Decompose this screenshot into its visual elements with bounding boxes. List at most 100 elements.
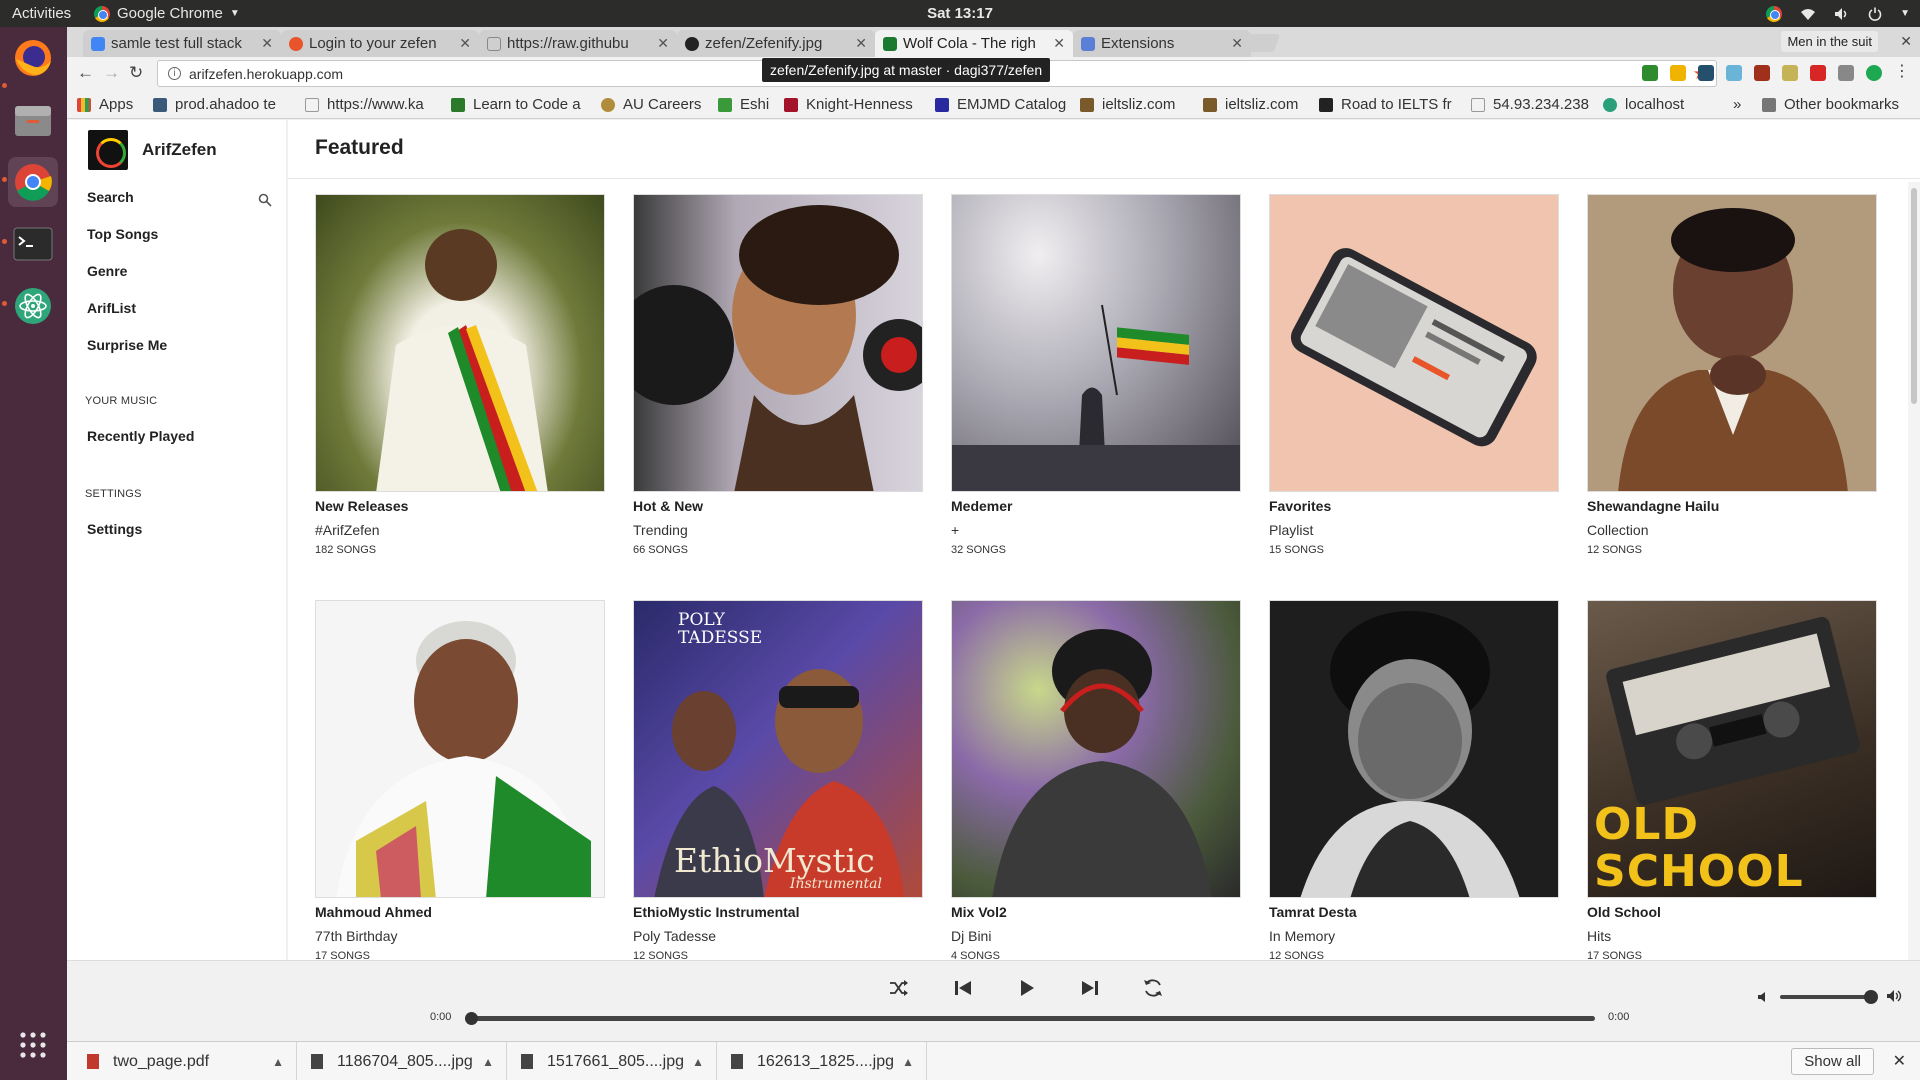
nav-genre[interactable]: Genre: [87, 263, 127, 279]
bookmark-item[interactable]: Knight-Henness: [784, 96, 924, 113]
card-title[interactable]: New Releases: [315, 498, 605, 514]
chevron-up-icon[interactable]: ▲: [482, 1055, 494, 1069]
card-title[interactable]: Medemer: [951, 498, 1241, 514]
album-card[interactable]: Tamrat Desta In Memory 12 SONGS: [1269, 600, 1559, 962]
card-title[interactable]: EthioMystic Instrumental: [633, 904, 923, 920]
power-icon[interactable]: [1868, 7, 1882, 21]
close-tab-icon[interactable]: ✕: [657, 35, 669, 52]
launcher-chrome[interactable]: [8, 157, 58, 207]
extension-icon[interactable]: [1726, 65, 1742, 81]
bookmark-item[interactable]: ieltsliz.com: [1080, 96, 1190, 113]
album-cover[interactable]: POLY TADESSE EthioMystic Instrumental: [633, 600, 923, 898]
album-card[interactable]: New Releases #ArifZefen 182 SONGS: [315, 194, 605, 556]
extension-icon[interactable]: [1782, 65, 1798, 81]
volume-up-icon[interactable]: [1886, 989, 1904, 1003]
album-card[interactable]: Hot & New Trending 66 SONGS: [633, 194, 923, 556]
download-item[interactable]: 1517661_805....jpg ▲: [507, 1042, 717, 1080]
album-cover[interactable]: [633, 194, 923, 492]
previous-button[interactable]: [948, 973, 978, 1003]
album-cover[interactable]: [1269, 600, 1559, 898]
nav-top-songs[interactable]: Top Songs: [87, 226, 158, 242]
extension-icon[interactable]: [1754, 65, 1770, 81]
nav-surprise-me[interactable]: Surprise Me: [87, 337, 167, 353]
bookmark-item[interactable]: 54.93.234.238: [1471, 96, 1601, 113]
back-arrow-icon[interactable]: ←: [77, 63, 94, 83]
show-applications-button[interactable]: [8, 1020, 58, 1070]
album-card[interactable]: Shewandagne Hailu Collection 12 SONGS: [1587, 194, 1877, 556]
close-tab-icon[interactable]: ✕: [855, 35, 867, 52]
close-tab-icon[interactable]: ✕: [261, 35, 273, 52]
new-tab-button[interactable]: [1243, 34, 1281, 52]
close-window-icon[interactable]: ✕: [1900, 33, 1912, 50]
launcher-files[interactable]: [8, 95, 58, 145]
extension-icon[interactable]: [1698, 65, 1714, 81]
album-card[interactable]: Mix Vol2 Dj Bini 4 SONGS: [951, 600, 1241, 962]
progress-bar[interactable]: [465, 1012, 1595, 1025]
album-card[interactable]: Favorites Playlist 15 SONGS: [1269, 194, 1559, 556]
show-all-button[interactable]: Show all: [1791, 1048, 1874, 1075]
chevron-up-icon[interactable]: ▲: [272, 1055, 284, 1069]
bookmark-item[interactable]: localhost: [1603, 96, 1713, 113]
bookmark-item[interactable]: Road to IELTS fr: [1319, 96, 1465, 113]
reload-icon[interactable]: ↻: [129, 63, 143, 83]
scrollbar-thumb[interactable]: [1911, 188, 1917, 404]
next-button[interactable]: [1075, 973, 1105, 1003]
more-vertical-icon[interactable]: ⋮: [1894, 64, 1910, 81]
bookmark-item[interactable]: https://www.ka: [305, 96, 429, 113]
play-button[interactable]: [1012, 973, 1042, 1003]
bookmark-item[interactable]: AU Careers: [601, 96, 711, 113]
browser-tab[interactable]: Login to your zefen ✕: [281, 30, 479, 57]
nav-recently-played[interactable]: Recently Played: [87, 428, 194, 444]
volume-knob[interactable]: [1864, 990, 1878, 1004]
profile-button[interactable]: Men in the suit: [1781, 31, 1878, 52]
close-tab-icon[interactable]: ✕: [1053, 35, 1065, 52]
launcher-atom[interactable]: [8, 281, 58, 331]
card-title[interactable]: Mix Vol2: [951, 904, 1241, 920]
extension-icon[interactable]: [1642, 65, 1658, 81]
card-title[interactable]: Old School: [1587, 904, 1877, 920]
bookmark-item[interactable]: EMJMD Catalog: [935, 96, 1071, 113]
album-cover[interactable]: [315, 194, 605, 492]
chrome-indicator-icon[interactable]: [1766, 5, 1783, 22]
nav-search[interactable]: Search: [87, 189, 134, 205]
download-item[interactable]: 1186704_805....jpg ▲: [297, 1042, 507, 1080]
extension-icon[interactable]: [1838, 65, 1854, 81]
browser-tab[interactable]: https://raw.githubu ✕: [479, 30, 677, 57]
browser-tab[interactable]: samle test full stack ✕: [83, 30, 281, 57]
bookmark-item[interactable]: Eshi: [718, 96, 784, 113]
download-item[interactable]: two_page.pdf ▲: [87, 1042, 297, 1080]
nav-arif-list[interactable]: ArifList: [87, 300, 136, 316]
search-icon[interactable]: [258, 193, 272, 207]
card-title[interactable]: Shewandagne Hailu: [1587, 498, 1877, 514]
close-tab-icon[interactable]: ✕: [1231, 35, 1243, 52]
album-cover[interactable]: [1269, 194, 1559, 492]
bookmarks-overflow-button[interactable]: »: [1733, 96, 1741, 113]
bookmark-apps[interactable]: Apps: [77, 96, 152, 113]
bookmark-item[interactable]: prod.ahadoo te: [153, 96, 287, 113]
close-tab-icon[interactable]: ✕: [459, 35, 471, 52]
wifi-icon[interactable]: [1800, 7, 1816, 21]
album-cover[interactable]: [1587, 194, 1877, 492]
chevron-up-icon[interactable]: ▲: [692, 1055, 704, 1069]
album-cover[interactable]: [951, 194, 1241, 492]
bookmark-item[interactable]: ieltsliz.com: [1203, 96, 1313, 113]
shuffle-button[interactable]: [884, 973, 914, 1003]
volume-mute-icon[interactable]: [1757, 991, 1769, 1003]
nav-settings[interactable]: Settings: [87, 521, 142, 537]
browser-tab[interactable]: zefen/Zefenify.jpg ✕: [677, 30, 875, 57]
progress-knob[interactable]: [465, 1012, 478, 1025]
forward-arrow-icon[interactable]: →: [103, 63, 120, 83]
bookmark-item[interactable]: Learn to Code a: [451, 96, 591, 113]
activities-button[interactable]: Activities: [0, 5, 94, 22]
card-title[interactable]: Mahmoud Ahmed: [315, 904, 605, 920]
browser-tab-active[interactable]: Wolf Cola - The righ ✕: [875, 30, 1073, 57]
extension-icon[interactable]: [1810, 65, 1826, 81]
clock[interactable]: Sat 13:17: [927, 5, 993, 22]
album-card[interactable]: OLD SCHOOL Old School Hits 17 SONGS: [1587, 600, 1877, 962]
repeat-button[interactable]: [1138, 973, 1168, 1003]
extension-icon[interactable]: [1866, 65, 1882, 81]
card-title[interactable]: Favorites: [1269, 498, 1559, 514]
volume-icon[interactable]: [1834, 7, 1850, 21]
album-card[interactable]: Mahmoud Ahmed 77th Birthday 17 SONGS: [315, 600, 605, 962]
chevron-up-icon[interactable]: ▲: [902, 1055, 914, 1069]
